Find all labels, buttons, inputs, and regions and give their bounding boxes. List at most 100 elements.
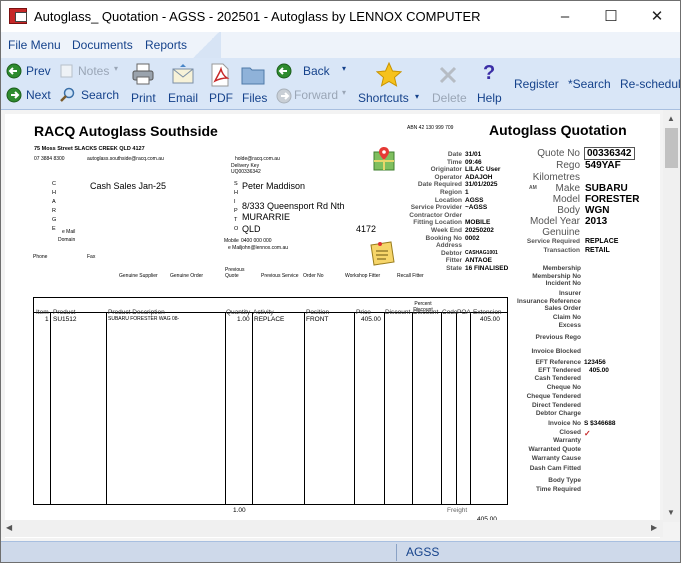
- field-label: Membership: [542, 265, 581, 272]
- forward-dropdown-icon[interactable]: ▾: [342, 88, 346, 97]
- detail-value: 20250202: [465, 227, 494, 234]
- ship-label: S H I P: [234, 181, 238, 214]
- scroll-right-icon[interactable]: ▶: [651, 523, 657, 532]
- minimize-button[interactable]: –: [542, 1, 588, 32]
- detail-value: 09:46: [465, 158, 482, 166]
- window-title: Autoglass_ Quotation - AGSS - 202501 - A…: [34, 9, 481, 24]
- document-title: Autoglass Quotation: [489, 122, 627, 138]
- status-location: AGSS: [406, 545, 440, 559]
- back-arrow-icon: [276, 63, 292, 79]
- company-phone: 07 3884 8300: [34, 156, 65, 162]
- printer-icon: [132, 63, 154, 85]
- genuine-label: Genuine: [542, 227, 580, 238]
- vertical-scroll-thumb[interactable]: [665, 128, 678, 168]
- phone-label: Phone: [33, 254, 48, 260]
- menu-documents[interactable]: Documents: [72, 38, 133, 52]
- to-label: T O: [234, 217, 239, 232]
- detail-label: Debtor: [441, 249, 462, 257]
- col-code: Code: [442, 309, 458, 316]
- menu-reports[interactable]: Reports: [145, 38, 187, 52]
- service-required-value: REPLACE: [585, 238, 619, 245]
- quote-no-field[interactable]: 00336342: [584, 147, 635, 160]
- body-value: WGN: [585, 205, 610, 216]
- detail-value: ADAJOH: [465, 173, 493, 181]
- star-search-button[interactable]: *Search: [568, 77, 611, 91]
- field-label: Incident No: [545, 280, 581, 287]
- detail-label: Address: [435, 242, 462, 250]
- horizontal-scrollbar[interactable]: ◀ ▶: [1, 520, 663, 537]
- detail-label: Week End: [431, 227, 462, 234]
- detail-label: Date Required: [417, 181, 462, 189]
- maximize-button[interactable]: ☐: [588, 1, 634, 32]
- field-label: EFT Reference: [535, 359, 581, 366]
- cell-item: 1: [45, 316, 49, 323]
- files-button[interactable]: Files: [242, 91, 267, 105]
- notes-button[interactable]: Notes: [78, 64, 109, 78]
- quotation-document: RACQ Autoglass Southside ABN 42 130 999 …: [5, 114, 660, 538]
- vertical-scrollbar[interactable]: ▲ ▼: [663, 110, 680, 522]
- forward-button[interactable]: Forward: [294, 88, 338, 102]
- email-button[interactable]: Email: [168, 91, 198, 105]
- make-value: SUBARU: [585, 183, 628, 194]
- forward-arrow-icon: [276, 88, 292, 104]
- body-label: Body: [557, 205, 580, 216]
- notes-dropdown-icon[interactable]: ▾: [114, 64, 118, 73]
- delete-icon: [439, 66, 457, 84]
- shortcuts-button[interactable]: Shortcuts: [358, 91, 409, 105]
- ship-address-line1: 8/333 Queensport Rd Nth: [242, 201, 345, 211]
- model-label: Model: [552, 194, 580, 205]
- shortcuts-dropdown-icon[interactable]: ▾: [415, 92, 419, 101]
- scroll-left-icon[interactable]: ◀: [6, 523, 12, 532]
- help-button[interactable]: Help: [477, 91, 502, 105]
- field-label: Direct Tendered: [531, 402, 581, 409]
- register-button[interactable]: Register: [514, 77, 559, 91]
- back-button[interactable]: Back: [303, 64, 330, 78]
- cell-price: 405.00: [361, 316, 381, 323]
- detail-label: Originator: [430, 166, 462, 174]
- detail-value: 31/01: [465, 151, 482, 158]
- col-poa: POA: [457, 309, 471, 316]
- app-window: Autoglass_ Quotation - AGSS - 202501 - A…: [0, 0, 681, 563]
- search-icon: [60, 87, 75, 102]
- detail-label: Fitter: [445, 257, 462, 265]
- back-dropdown-icon[interactable]: ▾: [342, 64, 346, 73]
- col-item: Item: [36, 309, 49, 316]
- previous-quote-label: Previous Quote: [225, 267, 245, 279]
- rego-value: 549YAF: [585, 160, 621, 171]
- genuine-supplier-label: Genuine Supplier: [119, 273, 158, 279]
- menu-file[interactable]: File Menu: [8, 38, 61, 52]
- transaction-label: Transaction: [543, 247, 580, 254]
- service-required-label: Service Required: [526, 238, 580, 245]
- charge-label: C H A R G E: [52, 181, 57, 232]
- ship-postcode: 4172: [356, 224, 377, 234]
- reschedule-button[interactable]: Re-schedule: [620, 77, 680, 91]
- detail-label: State: [446, 265, 462, 272]
- prev-arrow-icon: [6, 63, 22, 79]
- company-email: autoglass.southside@racq.com.au: [87, 156, 164, 162]
- close-button[interactable]: ✕: [634, 1, 680, 32]
- detail-label: Location: [434, 196, 462, 204]
- search-button[interactable]: Search: [81, 88, 119, 102]
- abn: ABN 42 130 999 709: [407, 125, 454, 131]
- field-label: Sales Order: [544, 305, 582, 312]
- app-icon: [9, 8, 27, 24]
- col-product: Product: [53, 309, 76, 316]
- cell-activity: REPLACE: [254, 316, 285, 323]
- field-value: 123456: [584, 359, 606, 366]
- field-label: Debtor Charge: [535, 410, 581, 417]
- field-value: S $346688: [584, 420, 616, 427]
- next-button[interactable]: Next: [26, 88, 51, 102]
- scroll-down-icon[interactable]: ▼: [667, 508, 675, 517]
- print-button[interactable]: Print: [131, 91, 156, 105]
- ship-address-line2: MURARRIE: [242, 212, 291, 222]
- field-label: Excess: [558, 322, 581, 329]
- scroll-up-icon[interactable]: ▲: [667, 114, 675, 123]
- delete-button[interactable]: Delete: [432, 91, 467, 105]
- field-label: Dash Cam Fitted: [529, 465, 581, 472]
- pdf-button[interactable]: PDF: [209, 91, 233, 105]
- status-bar: AGSS: [1, 541, 680, 562]
- ship-email: john@lennox.com.au: [241, 245, 289, 251]
- field-label: Insurance Reference: [517, 298, 581, 305]
- prev-button[interactable]: Prev: [26, 64, 51, 78]
- field-label: Closed: [559, 429, 581, 436]
